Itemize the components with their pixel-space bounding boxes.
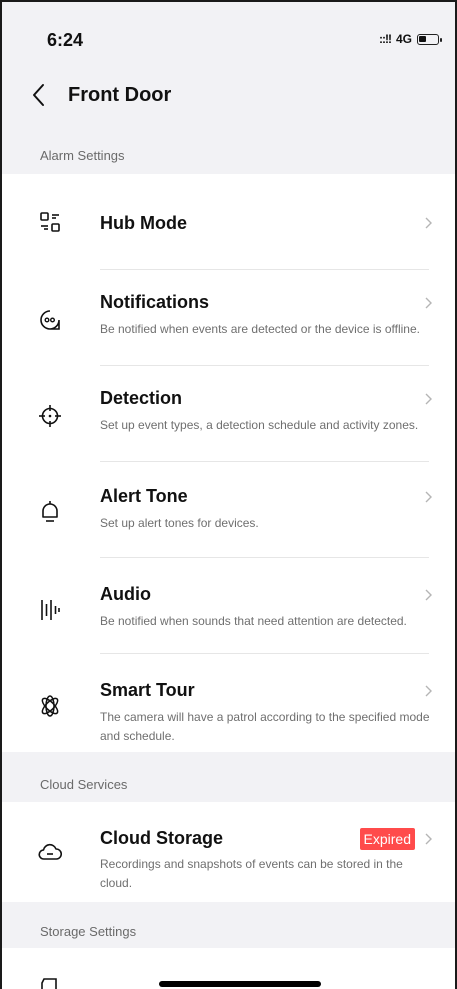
row-title: Alert Tone — [100, 486, 188, 506]
row-description: Recordings and snapshots of events can b… — [100, 857, 403, 890]
cloud-services-group: Cloud Storage Expired Recordings and sna… — [2, 802, 455, 902]
row-title: Hub Mode — [100, 213, 187, 233]
row-description: The camera will have a patrol according … — [100, 710, 430, 743]
page-title: Front Door — [68, 84, 172, 106]
row-smart-tour[interactable]: Smart Tour The camera will have a patrol… — [2, 654, 455, 752]
local-storage-icon — [41, 978, 57, 989]
row-hub-mode[interactable]: Hub Mode — [2, 174, 455, 270]
row-title: Detection — [100, 388, 183, 408]
signal-icon: ::!! — [379, 32, 392, 46]
row-title: Cloud Storage — [100, 828, 224, 848]
row-description: Set up alert tones for devices. — [100, 516, 259, 530]
row-description: Be notified when events are detected or … — [100, 322, 420, 336]
alarm-settings-group: Hub Mode Notifications Be notified when … — [2, 174, 455, 752]
notification-icon — [40, 310, 60, 330]
home-indicator — [159, 981, 321, 987]
row-description: Be notified when sounds that need attent… — [100, 614, 407, 628]
section-label-cloud-services: Cloud Services — [40, 777, 128, 792]
chevron-right-icon — [425, 833, 432, 845]
status-badge: Expired — [359, 828, 415, 850]
row-description: Set up event types, a detection schedule… — [100, 418, 419, 432]
battery-icon — [417, 33, 442, 45]
status-bar: 6:24 ::!! 4G — [2, 2, 455, 68]
section-label-alarm-settings: Alarm Settings — [40, 148, 125, 163]
row-audio[interactable]: Audio Be notified when sounds that need … — [2, 558, 455, 654]
row-title: Notifications — [100, 292, 210, 312]
app-screen: 6:24 ::!! 4G Front Door Alarm Settings H… — [0, 0, 457, 989]
chevron-right-icon — [425, 589, 432, 601]
nav-bar: Front Door — [2, 72, 455, 118]
row-alert-tone[interactable]: Alert Tone Set up alert tones for device… — [2, 462, 455, 558]
cloud-icon — [38, 843, 62, 860]
audio-wave-icon — [41, 600, 60, 620]
row-title: Audio — [100, 584, 151, 604]
row-notifications[interactable]: Notifications Be notified when events ar… — [2, 270, 455, 366]
row-title: Smart Tour — [100, 680, 195, 700]
chevron-right-icon — [425, 393, 432, 405]
back-chevron-icon[interactable] — [28, 81, 50, 109]
chevron-right-icon — [425, 491, 432, 503]
status-indicators: ::!! 4G — [379, 32, 442, 46]
section-label-storage-settings: Storage Settings — [40, 924, 137, 939]
chevron-right-icon — [425, 685, 432, 697]
network-type: 4G — [395, 32, 412, 46]
bell-icon — [42, 501, 58, 522]
atom-icon — [41, 695, 59, 717]
hub-mode-icon — [40, 212, 60, 232]
chevron-right-icon — [425, 217, 432, 229]
row-detection[interactable]: Detection Set up event types, a detectio… — [2, 366, 455, 462]
crosshair-icon — [39, 405, 61, 427]
status-time: 6:24 — [47, 30, 84, 50]
row-cloud-storage[interactable]: Cloud Storage Expired Recordings and sna… — [2, 802, 455, 902]
chevron-right-icon — [425, 297, 432, 309]
